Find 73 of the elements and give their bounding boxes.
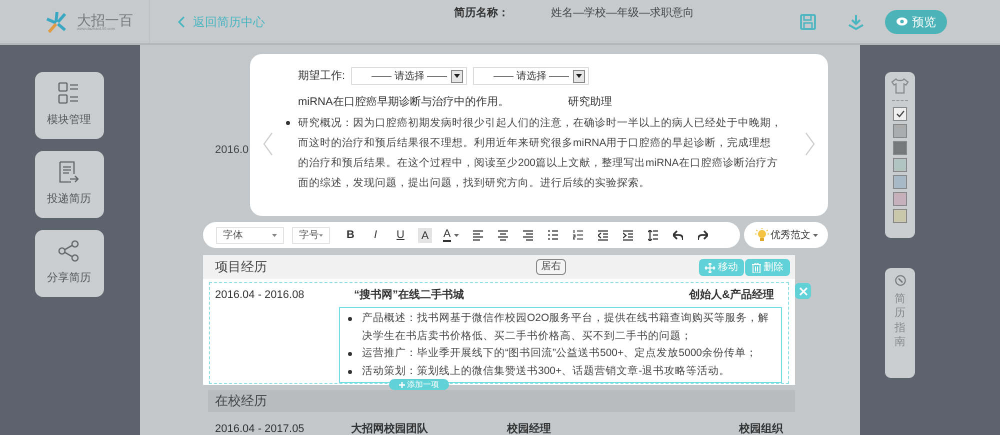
chevron-left-icon [178,16,185,28]
align-left-icon [472,230,482,240]
compass-icon [894,275,906,286]
category-text: 校园组织 [739,422,783,435]
chevron-left-icon [262,132,274,156]
close-icon [798,286,808,296]
font-select[interactable]: 字体 [216,226,284,244]
section-title: 项目经历 [215,258,267,276]
align-tooltip: 居右 [536,259,566,275]
save-icon [800,14,816,30]
sidebar-item[interactable]: 模块管理 [34,72,104,139]
bullet-text: 活动策划：策划线上的微信集赞送书300+、话题营销文章-退书攻略等活动。 [362,364,730,376]
logo-text: 大招一百 [77,12,133,26]
position-text: 校园经理 [507,422,552,435]
eye-icon [896,17,908,26]
example-button[interactable]: 优秀范文 [744,222,828,248]
chevron-right-icon [804,132,816,156]
section-title: 在校经历 [215,392,267,410]
shirt-icon [891,78,909,94]
align-right-icon [522,230,532,240]
bullet-text: 产品概述：找书网基于微信作校园O2O服务平台，提供在线书籍查询购买等服务，解决学生在书店卖书价格低、买二手书价格高、买不到二手书的问题； [362,312,770,342]
highlight-button[interactable]: A [418,228,432,242]
sidebar-item[interactable]: 分享简历 [34,230,104,297]
field-label: 期望工作: [298,68,346,84]
redo-icon [698,230,708,240]
document-arrow-icon [58,161,80,184]
indent-icon [622,230,632,240]
role-text: 创始人&产品经理 [689,288,774,303]
role-text: 研究助理 [568,94,612,110]
resume-name-label: 简历名称： [454,6,509,22]
undo-icon [672,230,682,240]
color-swatch[interactable] [893,107,907,121]
bulleted-list-icon [548,230,558,240]
download-icon [848,14,864,30]
color-swatch[interactable] [893,192,907,206]
color-swatch[interactable] [893,124,907,138]
caret-icon [272,234,277,236]
lightbulb-icon [754,228,768,242]
check-icon [896,110,904,118]
font-size-select[interactable]: 字号 [292,226,330,244]
sidebar-item[interactable]: 投递简历 [34,151,104,218]
date-text: 2016.04 - 2016.08 [215,288,306,303]
caret-icon [454,234,459,236]
line-spacing-icon [648,230,658,240]
bullet-text: 研究概况：因为口腔癌初期发病时很少引起人们的注意，在确诊时一半以上的病人已经处于中晚期，而这时的治疗和预后结果很不理想。利用近年来研究很多miRNA用于口腔癌的早起诊断，完成理想的治疗和预后结果。在这个过程中，阅读至少200篇以上文献，整理写出miRNA在口腔癌诊断治疗方面的综述，发现问题，提出问题，找到研究方向。进行后续的实验探索。 [298,116,782,188]
color-swatch[interactable] [893,209,907,223]
bullet-text: 运营推广：毕业季开展线下的“图书回流”公益送书500+、定点发放5000余份传单； [362,347,758,359]
color-swatch[interactable] [893,175,907,189]
caret-icon [319,234,323,236]
trash-icon [752,262,760,272]
organization-text: 大招网校园团队 [351,422,429,435]
project-title: miRNA在口腔癌早期诊断与治疗中的作用。 [298,94,510,110]
date-text: 2016.04 - 2017.05 [215,422,306,435]
align-center-icon [498,230,508,240]
move-icon [705,262,715,272]
bold-button[interactable]: B [338,226,363,244]
font-color-button[interactable]: A [437,226,465,244]
date-text: 2016.0 [215,144,249,156]
logo-icon [45,10,69,34]
list-icon [58,82,80,104]
resume-name: 姓名—学校—年级—求职意向 [551,6,694,22]
underline-button[interactable]: U [388,226,413,244]
numbered-list-icon [572,230,582,240]
color-swatch[interactable] [893,158,907,172]
color-swatch[interactable] [893,141,907,155]
select-field[interactable]: —— 请选择 —— [351,67,468,85]
select-field[interactable]: —— 请选择 —— [473,67,590,85]
caret-icon [812,234,818,236]
plus-icon [399,382,405,388]
share-icon [58,240,80,262]
italic-button[interactable]: I [363,226,388,244]
outdent-icon [598,230,608,240]
project-title: “搜书网”在线二手书城 [354,288,464,303]
